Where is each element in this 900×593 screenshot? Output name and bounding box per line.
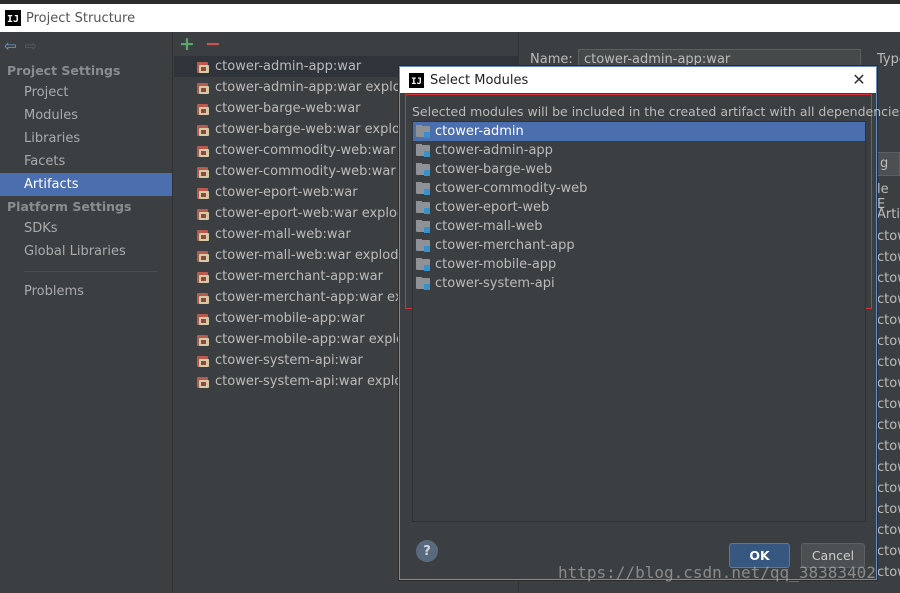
module-label: ctower-system-api <box>435 276 555 291</box>
detail-tab-stub[interactable]: g <box>875 152 900 176</box>
artifact-label: ctower-mobile-app:war exploded <box>215 332 429 347</box>
module-folder-icon <box>416 125 430 138</box>
war-artifact-icon <box>196 144 210 158</box>
module-label: ctower-eport-web <box>435 200 550 215</box>
artifact-label: ctower-eport-web:war exploded <box>215 206 422 221</box>
module-item[interactable]: ctower-mall-web <box>413 217 865 236</box>
artifact-label: ctower-commodity-web:war <box>215 143 396 158</box>
window-title-bar: IJ Project Structure <box>0 4 900 32</box>
artifact-label: ctower-system-api:war exploded <box>215 374 427 389</box>
module-label: ctower-mobile-app <box>435 257 557 272</box>
module-label: ctower-merchant-app <box>435 238 575 253</box>
war-artifact-icon <box>196 375 210 389</box>
war-artifact-icon <box>196 102 210 116</box>
module-folder-icon <box>416 163 430 176</box>
select-modules-dialog: IJ Select Modules ✕ Selected modules wil… <box>399 66 900 580</box>
module-label: ctower-mall-web <box>435 219 543 234</box>
war-artifact-icon <box>196 333 210 347</box>
close-icon[interactable]: ✕ <box>850 70 868 89</box>
war-artifact-icon <box>196 249 210 263</box>
module-folder-icon <box>416 182 430 195</box>
war-artifact-icon <box>196 207 210 221</box>
arrow-left-icon[interactable]: ⇦ <box>4 38 17 54</box>
artifacts-toolbar: + − <box>174 32 518 56</box>
war-artifact-icon <box>196 312 210 326</box>
intellij-logo-icon: IJ <box>5 10 21 26</box>
window-title: Project Structure <box>26 10 136 26</box>
module-folder-icon <box>416 258 430 271</box>
module-folder-icon <box>416 144 430 157</box>
arrow-right-icon[interactable]: ⇨ <box>25 38 38 54</box>
module-item[interactable]: ctower-admin <box>413 122 865 141</box>
module-folder-icon <box>416 201 430 214</box>
dialog-title: Select Modules <box>430 72 529 88</box>
dialog-title-bar: IJ Select Modules ✕ <box>400 67 876 93</box>
module-item[interactable]: ctower-commodity-web <box>413 179 865 198</box>
detail-header-stub-2: Artif <box>877 207 900 222</box>
remove-artifact-button[interactable]: − <box>205 34 221 54</box>
nav-body: Project Settings Project Modules Libraries F… <box>0 60 172 303</box>
artifact-label: ctower-mobile-app:war <box>215 311 365 326</box>
module-label: ctower-admin <box>435 124 524 139</box>
nav-item-libraries[interactable]: Libraries <box>0 127 172 150</box>
nav-section-title: Platform Settings <box>7 199 132 214</box>
war-artifact-icon <box>196 123 210 137</box>
module-item[interactable]: ctower-mobile-app <box>413 255 865 274</box>
war-artifact-icon <box>196 186 210 200</box>
war-artifact-icon <box>196 291 210 305</box>
nav-item-facets[interactable]: Facets <box>0 150 172 173</box>
artifact-label: ctower-admin-app:war exploded <box>215 80 426 95</box>
module-label: ctower-commodity-web <box>435 181 588 196</box>
dialog-description: Selected modules will be included in the… <box>412 104 900 119</box>
module-folder-icon <box>416 239 430 252</box>
artifact-label: ctower-eport-web:war <box>215 185 358 200</box>
settings-nav: ⇦ ⇨ Project Settings Project Modules Librar… <box>0 32 173 593</box>
type-label: Type <box>877 52 900 67</box>
nav-item-problems[interactable]: Problems <box>0 280 172 303</box>
module-list: ctower-admin ctower-admin-app ctower-barge… <box>413 122 865 293</box>
help-button[interactable]: ? <box>416 540 438 562</box>
artifact-label: ctower-barge-web:war <box>215 101 361 116</box>
artifact-label: ctower-system-api:war <box>215 353 363 368</box>
module-item[interactable]: ctower-eport-web <box>413 198 865 217</box>
module-folder-icon <box>416 220 430 233</box>
module-label: ctower-barge-web <box>435 162 553 177</box>
artifact-label: ctower-admin-app:war <box>215 59 362 74</box>
nav-item-project[interactable]: Project <box>0 81 172 104</box>
war-artifact-icon <box>196 354 210 368</box>
artifact-label: ctower-mall-web:war <box>215 227 351 242</box>
nav-item-artifacts[interactable]: Artifacts <box>0 173 172 196</box>
nav-history: ⇦ ⇨ <box>0 32 172 60</box>
artifact-label: ctower-barge-web:war exploded <box>215 122 425 137</box>
war-artifact-icon <box>196 228 210 242</box>
module-item[interactable]: ctower-merchant-app <box>413 236 865 255</box>
nav-item-sdks[interactable]: SDKs <box>0 217 172 240</box>
module-label: ctower-admin-app <box>435 143 553 158</box>
name-label: Name: <box>530 52 573 67</box>
nav-item-global-libraries[interactable]: Global Libraries <box>0 240 172 263</box>
module-item[interactable]: ctower-barge-web <box>413 160 865 179</box>
add-artifact-button[interactable]: + <box>179 34 195 54</box>
war-artifact-icon <box>196 60 210 74</box>
war-artifact-icon <box>196 165 210 179</box>
module-item[interactable]: ctower-admin-app <box>413 141 865 160</box>
nav-section-title: Project Settings <box>7 63 121 78</box>
intellij-logo-icon: IJ <box>409 72 424 88</box>
war-artifact-icon <box>196 270 210 284</box>
module-item[interactable]: ctower-system-api <box>413 274 865 293</box>
nav-divider <box>24 271 158 272</box>
artifact-label: ctower-mall-web:war exploded <box>215 248 415 263</box>
artifact-label: ctower-merchant-app:war <box>215 269 383 284</box>
watermark: https://blog.csdn.net/qq_38383402 <box>558 563 876 582</box>
module-folder-icon <box>416 277 430 290</box>
war-artifact-icon <box>196 81 210 95</box>
nav-item-modules[interactable]: Modules <box>0 104 172 127</box>
module-list-container: ctower-admin ctower-admin-app ctower-barge… <box>412 121 866 522</box>
